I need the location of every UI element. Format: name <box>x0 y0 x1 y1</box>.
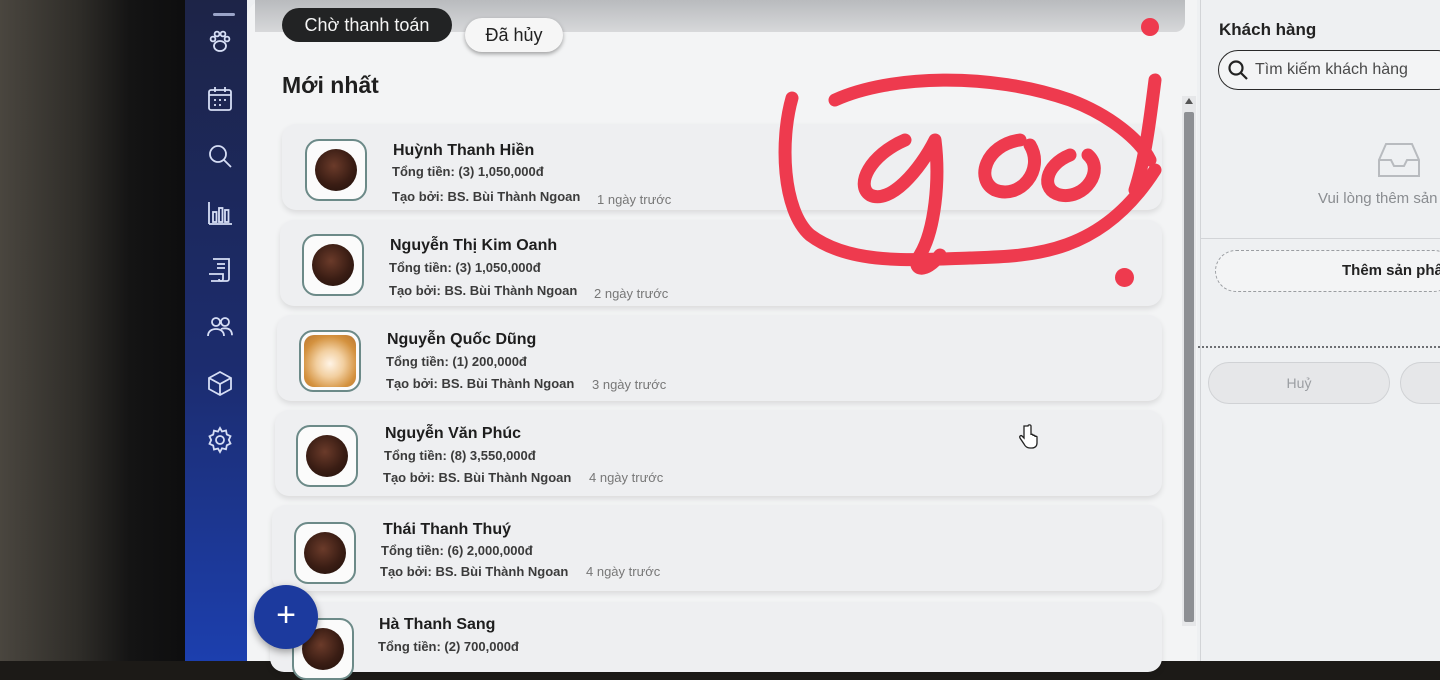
customer-name: Nguyễn Quốc Dũng <box>387 331 537 348</box>
pet-avatar <box>296 425 358 487</box>
customer-search[interactable] <box>1218 50 1440 90</box>
hand-cursor-icon <box>1019 424 1038 449</box>
annotation-dot <box>1115 268 1134 287</box>
panel-divider <box>1200 238 1440 239</box>
order-time: 3 ngày trước <box>592 377 667 392</box>
order-total: Tổng tiền: (1) 200,000đ <box>386 354 527 369</box>
order-total: Tổng tiền: (6) 2,000,000đ <box>381 543 533 558</box>
pet-avatar <box>302 234 364 296</box>
empty-products-text: Vui lòng thêm sản <box>1318 190 1438 207</box>
order-total: Tổng tiền: (8) 3,550,000đ <box>384 448 536 463</box>
order-time: 4 ngày trước <box>589 470 664 485</box>
receipt-icon[interactable] <box>205 255 235 285</box>
order-time: 2 ngày trước <box>594 286 669 301</box>
dog-photo <box>312 244 354 286</box>
order-time: 1 ngày trước <box>597 192 672 207</box>
customer-panel-title: Khách hàng <box>1219 20 1317 39</box>
order-total: Tổng tiền: (2) 700,000đ <box>378 639 519 654</box>
customer-name: Nguyễn Văn Phúc <box>385 425 522 442</box>
add-product-button[interactable]: Thêm sản phẩ <box>1215 250 1440 292</box>
gear-icon[interactable] <box>205 425 235 455</box>
dotted-divider <box>1198 346 1440 348</box>
customer-search-input[interactable] <box>1255 61 1435 79</box>
cancel-button[interactable]: Huỷ <box>1208 362 1390 404</box>
pet-avatar <box>305 139 367 201</box>
confirm-button[interactable] <box>1400 362 1440 404</box>
customer-panel <box>1200 0 1440 661</box>
dog-photo <box>315 149 357 191</box>
empty-inbox-icon <box>1375 138 1423 180</box>
created-by: Tạo bởi: BS. Bùi Thành Ngoan <box>392 189 581 204</box>
calendar-icon[interactable] <box>205 84 235 114</box>
users-icon[interactable] <box>205 311 235 341</box>
order-card[interactable] <box>270 602 1162 672</box>
paw-icon[interactable] <box>205 26 235 56</box>
tab-cancelled[interactable]: Đã hủy <box>465 18 563 52</box>
order-total: Tổng tiền: (3) 1,050,000đ <box>389 260 541 275</box>
pet-avatar <box>299 330 361 392</box>
sidebar-top-divider <box>213 13 235 16</box>
shiba-dog-photo <box>304 335 356 387</box>
scrollbar-thumb[interactable] <box>1184 112 1194 622</box>
dog-photo <box>306 435 348 477</box>
pet-avatar <box>294 522 356 584</box>
order-total: Tổng tiền: (3) 1,050,000đ <box>392 164 544 179</box>
customer-name: Hà Thanh Sang <box>379 616 496 633</box>
box-icon[interactable] <box>205 368 235 398</box>
dog-photo <box>304 532 346 574</box>
bar-chart-icon[interactable] <box>205 198 235 228</box>
created-by: Tạo bởi: BS. Bùi Thành Ngoan <box>386 376 575 391</box>
customer-name: Thái Thanh Thuý <box>383 521 511 538</box>
tab-pending-payment[interactable]: Chờ thanh toán <box>282 8 452 42</box>
monitor-bezel <box>0 0 200 661</box>
customer-name: Huỳnh Thanh Hiền <box>393 142 535 159</box>
created-by: Tạo bởi: BS. Bùi Thành Ngoan <box>389 283 578 298</box>
add-order-button[interactable]: + <box>254 585 318 649</box>
customer-name: Nguyễn Thị Kim Oanh <box>390 237 558 254</box>
created-by: Tạo bởi: BS. Bùi Thành Ngoan <box>383 470 572 485</box>
search-icon[interactable] <box>205 141 235 171</box>
scroll-up-arrow[interactable] <box>1185 98 1193 104</box>
section-title: Mới nhất <box>282 72 379 98</box>
search-icon <box>1228 60 1248 80</box>
created-by: Tạo bởi: BS. Bùi Thành Ngoan <box>380 564 569 579</box>
order-time: 4 ngày trước <box>586 564 661 579</box>
annotation-dot <box>1141 18 1159 36</box>
